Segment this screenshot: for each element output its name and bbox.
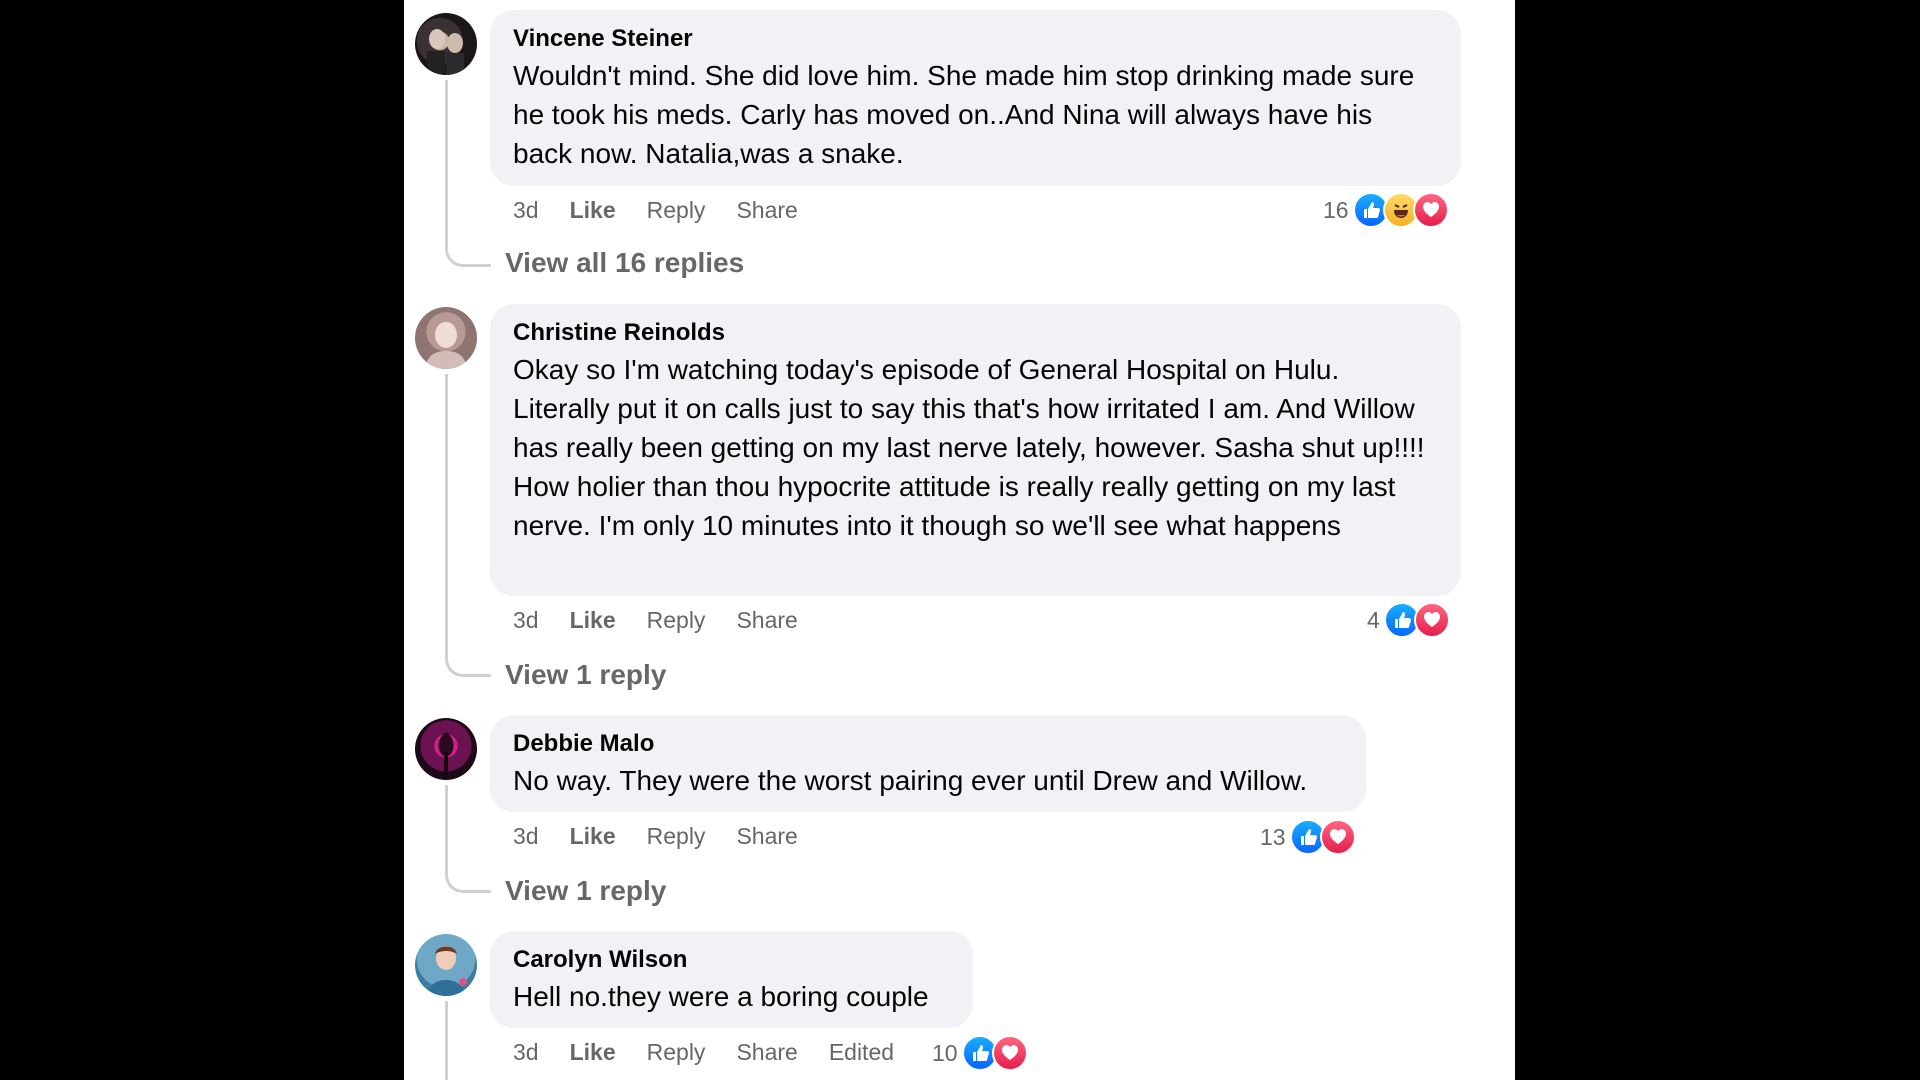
reaction-summary[interactable]: 16: [1323, 192, 1449, 228]
comment-author[interactable]: Debbie Malo: [513, 729, 1343, 759]
comment-text: No way. They were the worst pairing ever…: [513, 765, 1308, 796]
edited-label[interactable]: Edited: [829, 1039, 894, 1066]
like-button[interactable]: Like: [570, 607, 616, 634]
love-icon: [1319, 819, 1356, 855]
like-button[interactable]: Like: [570, 197, 616, 224]
thread-line: [445, 1001, 448, 1080]
comment-text: Hell no.they were a boring couple: [513, 981, 929, 1012]
thread-connector: [445, 237, 491, 267]
view-replies-link[interactable]: View 1 reply: [505, 659, 666, 691]
comment-text: Okay so I'm watching today's episode of …: [513, 354, 1425, 541]
comment-time[interactable]: 3d: [513, 823, 539, 850]
view-replies-link[interactable]: View all 16 replies: [505, 247, 744, 279]
avatar[interactable]: [415, 934, 477, 996]
love-icon: [991, 1035, 1028, 1071]
comment-bubble: Debbie Malo No way. They were the worst …: [490, 715, 1366, 812]
reply-button[interactable]: Reply: [647, 1039, 706, 1066]
reply-button[interactable]: Reply: [647, 607, 706, 634]
like-button[interactable]: Like: [570, 1039, 616, 1066]
reaction-summary[interactable]: 4: [1367, 602, 1450, 638]
thread-connector: [445, 647, 491, 677]
comment-author[interactable]: Christine Reinolds: [513, 318, 1438, 348]
love-icon: [1413, 602, 1450, 638]
share-button[interactable]: Share: [736, 823, 797, 850]
thread-connector: [445, 863, 491, 893]
thread-line: [445, 374, 448, 656]
like-button[interactable]: Like: [570, 823, 616, 850]
reaction-count: 16: [1323, 196, 1349, 223]
comment-actions: 3d Like Reply Share: [513, 603, 829, 637]
share-button[interactable]: Share: [736, 607, 797, 634]
love-icon: [1412, 192, 1449, 228]
avatar[interactable]: [415, 718, 477, 780]
comment-actions: 3d Like Reply Share: [513, 819, 829, 853]
thread-line: [445, 785, 448, 867]
avatar-image: [427, 946, 467, 996]
comment-text: Wouldn't mind. She did love him. She mad…: [513, 60, 1415, 169]
reaction-summary[interactable]: 13: [1260, 819, 1356, 855]
comment-author[interactable]: Carolyn Wilson: [513, 945, 950, 975]
comment-time[interactable]: 3d: [513, 607, 539, 634]
reply-button[interactable]: Reply: [647, 197, 706, 224]
comment-author[interactable]: Vincene Steiner: [513, 24, 1438, 54]
share-button[interactable]: Share: [736, 197, 797, 224]
comment-time[interactable]: 3d: [513, 1039, 539, 1066]
comment-bubble: Christine Reinolds Okay so I'm watching …: [490, 304, 1461, 596]
avatar-image: [425, 322, 467, 369]
view-replies-link[interactable]: View 1 reply: [505, 875, 666, 907]
thread-line: [445, 80, 448, 240]
comment-time[interactable]: 3d: [513, 197, 539, 224]
comment-actions: 3d Like Reply Share Edited: [513, 1035, 925, 1069]
avatar[interactable]: [415, 307, 477, 369]
reaction-count: 13: [1260, 823, 1286, 850]
avatar-image: [438, 732, 454, 778]
comment-bubble: Carolyn Wilson Hell no.they were a borin…: [490, 931, 973, 1028]
comment-actions: 3d Like Reply Share: [513, 193, 829, 227]
avatar-image: [427, 29, 464, 75]
comment-bubble: Vincene Steiner Wouldn't mind. She did l…: [490, 10, 1461, 186]
comments-panel: Vincene Steiner Wouldn't mind. She did l…: [404, 0, 1515, 1080]
avatar[interactable]: [415, 13, 477, 75]
reaction-summary[interactable]: 10: [932, 1035, 1028, 1071]
reaction-count: 10: [932, 1039, 958, 1066]
reply-button[interactable]: Reply: [647, 823, 706, 850]
share-button[interactable]: Share: [736, 1039, 797, 1066]
reaction-count: 4: [1367, 606, 1380, 633]
